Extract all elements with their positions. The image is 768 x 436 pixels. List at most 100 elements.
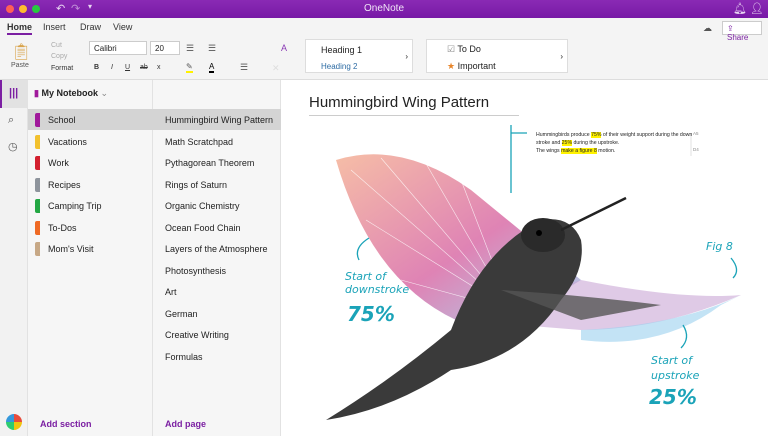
page-item[interactable]: Layers of the Atmosphere <box>153 238 281 259</box>
share-button[interactable]: ⇪ Share <box>722 21 762 42</box>
star-icon: ★ <box>447 61 456 71</box>
section-to-dos[interactable]: To-Dos <box>28 217 153 238</box>
font-size-select[interactable]: 20 <box>150 41 180 55</box>
section-label: Camping Trip <box>48 201 102 211</box>
notebook-icon: ▮ <box>34 88 39 98</box>
chevron-down-icon: ⌄ <box>100 88 109 98</box>
page-canvas[interactable]: Hummingbird Wing Pattern Hummingbirds pr… <box>281 80 768 436</box>
numbering-icon[interactable]: ☰ <box>208 43 216 54</box>
annotation-fig8: Fig 8 <box>706 240 733 253</box>
tag-important[interactable]: ★ Important <box>447 61 496 72</box>
section-color-tab <box>35 199 40 213</box>
chevron-right-icon[interactable]: › <box>560 52 563 61</box>
font-size-value: 20 <box>155 44 164 53</box>
annotation-25: 25% <box>649 385 697 409</box>
page-item[interactable]: Math Scratchpad <box>153 131 281 152</box>
font-family-select[interactable]: Calibri <box>89 41 147 55</box>
page-item[interactable]: Hummingbird Wing Pattern <box>153 109 281 130</box>
tags-gallery[interactable]: ☑ To Do ★ Important › <box>426 39 568 73</box>
tab-home[interactable]: Home <box>7 22 33 35</box>
copy-button[interactable]: Copy <box>51 53 67 60</box>
section-color-tab <box>35 177 40 192</box>
section-color-tab <box>35 156 40 170</box>
note-text[interactable]: Hummingbirds produce 75% of their weight… <box>536 131 696 155</box>
sync-cloud-icon[interactable]: ☁ <box>703 23 712 34</box>
section-color-tab <box>35 220 40 235</box>
section-camping-trip[interactable]: Camping Trip <box>28 195 153 216</box>
chevron-right-icon[interactable]: › <box>405 52 408 61</box>
subscript-button[interactable]: x <box>157 64 161 71</box>
bullets-icon[interactable]: ☰ <box>186 43 194 54</box>
tag-todo[interactable]: ☑ To Do <box>447 44 481 55</box>
font-color-icon[interactable]: A <box>209 62 215 73</box>
style-heading-2[interactable]: Heading 2 <box>321 62 357 71</box>
search-icon[interactable]: ⌕ <box>8 114 14 127</box>
tab-view[interactable]: View <box>113 22 132 32</box>
app-title: OneNote <box>363 3 405 14</box>
section-work[interactable]: Work <box>28 152 153 173</box>
page-item[interactable]: Art <box>153 281 281 302</box>
sections-pane: ▮ My Notebook ⌄ School Vacations Work Recip… <box>28 80 153 436</box>
margin-label: A5 <box>693 131 699 136</box>
pages-pane: Hummingbird Wing Pattern Math Scratchpad P… <box>153 80 281 436</box>
section-vacations[interactable]: Vacations <box>28 131 153 152</box>
page-item[interactable]: Rings of Saturn <box>153 174 281 195</box>
add-page-button[interactable]: Add page <box>165 419 206 429</box>
clipboard-icon[interactable]: 📋︎ <box>11 42 31 62</box>
page-item[interactable]: Organic Chemistry <box>153 195 281 216</box>
notebook-name: My Notebook <box>41 88 98 98</box>
nav-rail: ||| ⌕ ◷ <box>0 80 28 436</box>
recent-clock-icon[interactable]: ◷ <box>8 140 18 153</box>
underline-button[interactable]: U <box>125 64 130 71</box>
italic-button[interactable]: I <box>111 64 113 71</box>
highlight-25: 25% <box>561 140 573 146</box>
tab-draw[interactable]: Draw <box>80 22 101 32</box>
margin-label: D4 <box>693 147 699 152</box>
highlight-75: 75% <box>591 132 602 138</box>
note-text-1: Hummingbirds produce <box>536 132 592 138</box>
share-label: Share <box>727 33 749 42</box>
tab-insert[interactable]: Insert <box>43 22 66 32</box>
page-item[interactable]: Creative Writing <box>153 324 281 345</box>
notebooks-icon[interactable]: ||| <box>0 80 28 108</box>
section-recipes[interactable]: Recipes <box>28 174 153 195</box>
format-painter-button[interactable]: Format <box>51 65 73 72</box>
page-item[interactable]: Formulas <box>153 346 281 367</box>
section-label: Mom's Visit <box>48 244 94 254</box>
notebook-selector[interactable]: ▮ My Notebook ⌄ <box>34 88 108 99</box>
title-bar: ↶ ↷ ▾ OneNote 🔔︎ 👤︎ <box>0 0 768 18</box>
clear-format-icon[interactable]: ✕ <box>272 63 280 74</box>
account-icon[interactable]: 👤︎ <box>750 2 764 15</box>
section-color-tab <box>35 113 40 127</box>
tag-important-label: Important <box>457 61 496 71</box>
page-item[interactable]: Pythagorean Theorem <box>153 152 281 173</box>
note-text-5: motion. <box>596 148 616 154</box>
checkbox-icon: ☑ <box>447 44 456 54</box>
section-color-tab <box>35 242 40 256</box>
page-item[interactable]: Ocean Food Chain <box>153 217 281 238</box>
section-color-tab <box>35 134 40 149</box>
section-school[interactable]: School <box>28 109 153 130</box>
style-heading-1[interactable]: Heading 1 <box>321 45 362 55</box>
bold-button[interactable]: B <box>94 64 99 71</box>
annotation-75: 75% <box>347 302 395 326</box>
page-item[interactable]: Photosynthesis <box>153 260 281 281</box>
font-value: Calibri <box>94 44 117 53</box>
tag-todo-label: To Do <box>457 44 481 54</box>
section-label: To-Dos <box>48 222 77 233</box>
add-section-button[interactable]: Add section <box>40 419 92 429</box>
section-label: Recipes <box>48 179 81 190</box>
section-mom-s-visit[interactable]: Mom's Visit <box>28 238 153 259</box>
styles-icon[interactable]: A <box>281 43 287 53</box>
highlight-icon[interactable]: ✎ <box>186 62 193 73</box>
cut-button[interactable]: Cut <box>51 42 62 49</box>
note-text-4: The wings <box>536 148 562 154</box>
highlight-figure8: make a figure 8 <box>561 148 597 154</box>
align-icon[interactable]: ☰ <box>240 62 248 73</box>
feedback-icon[interactable] <box>6 414 22 430</box>
paste-button[interactable]: Paste <box>11 62 29 69</box>
page-item[interactable]: German <box>153 303 281 324</box>
bell-icon[interactable]: 🔔︎ <box>733 2 747 15</box>
styles-gallery[interactable]: Heading 1 Heading 2 › <box>305 39 413 73</box>
strikethrough-button[interactable]: ab <box>140 64 148 71</box>
